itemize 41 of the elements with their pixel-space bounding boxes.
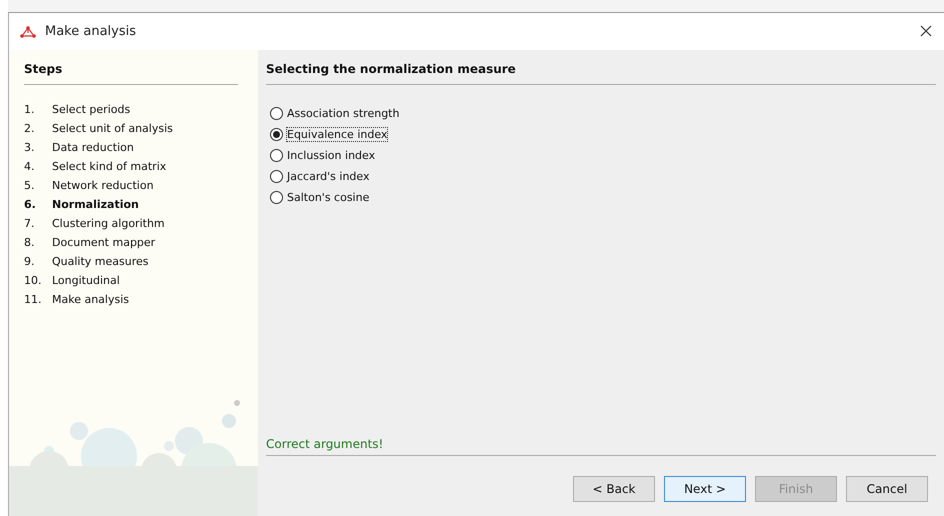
content-heading: Selecting the normalization measure (266, 62, 936, 85)
step-number: 2. (24, 122, 36, 135)
status-message: Correct arguments! (266, 437, 936, 456)
step-label: Longitudinal (52, 274, 120, 287)
step-number: 1. (24, 103, 36, 116)
step-label: Clustering algorithm (52, 217, 165, 230)
step-label: Document mapper (52, 236, 156, 249)
step-number: 5. (24, 179, 36, 192)
radio-option[interactable]: Jaccard's index (270, 170, 936, 183)
wizard-button[interactable]: Next > (664, 476, 746, 502)
step-label: Select periods (52, 103, 130, 116)
radio-option[interactable]: Association strength (270, 107, 936, 120)
radio-option[interactable]: Inclussion index (270, 149, 936, 162)
radio-icon[interactable] (270, 170, 283, 183)
step-label: Normalization (52, 198, 139, 211)
step-number: 11. (24, 293, 42, 306)
step-label: Data reduction (52, 141, 134, 154)
step-number: 7. (24, 217, 36, 230)
wizard-button[interactable]: Cancel (846, 476, 928, 502)
steps-heading: Steps (24, 62, 238, 85)
step-number: 4. (24, 160, 36, 173)
radio-option[interactable]: Equivalence index (270, 128, 936, 141)
step-label: Select unit of analysis (52, 122, 173, 135)
radio-icon[interactable] (270, 191, 283, 204)
step-label: Make analysis (52, 293, 130, 306)
step-number: 9. (24, 255, 36, 268)
step-number: 3. (24, 141, 36, 154)
step-label: Quality measures (52, 255, 149, 268)
close-icon[interactable] (920, 25, 932, 37)
radio-icon[interactable] (270, 149, 283, 162)
step-label: Select kind of matrix (52, 160, 166, 173)
step-number: 6. (24, 198, 37, 211)
radio-icon[interactable] (270, 128, 283, 141)
wizard-button[interactable]: < Back (573, 476, 655, 502)
window-title: Make analysis (45, 24, 138, 39)
step-number: 8. (24, 236, 36, 249)
radio-option[interactable]: Salton's cosine (270, 191, 936, 204)
step-number: 10. (24, 274, 42, 287)
radio-icon[interactable] (270, 107, 283, 120)
step-label: Network reduction (52, 179, 154, 192)
app-logo-icon (19, 26, 37, 38)
